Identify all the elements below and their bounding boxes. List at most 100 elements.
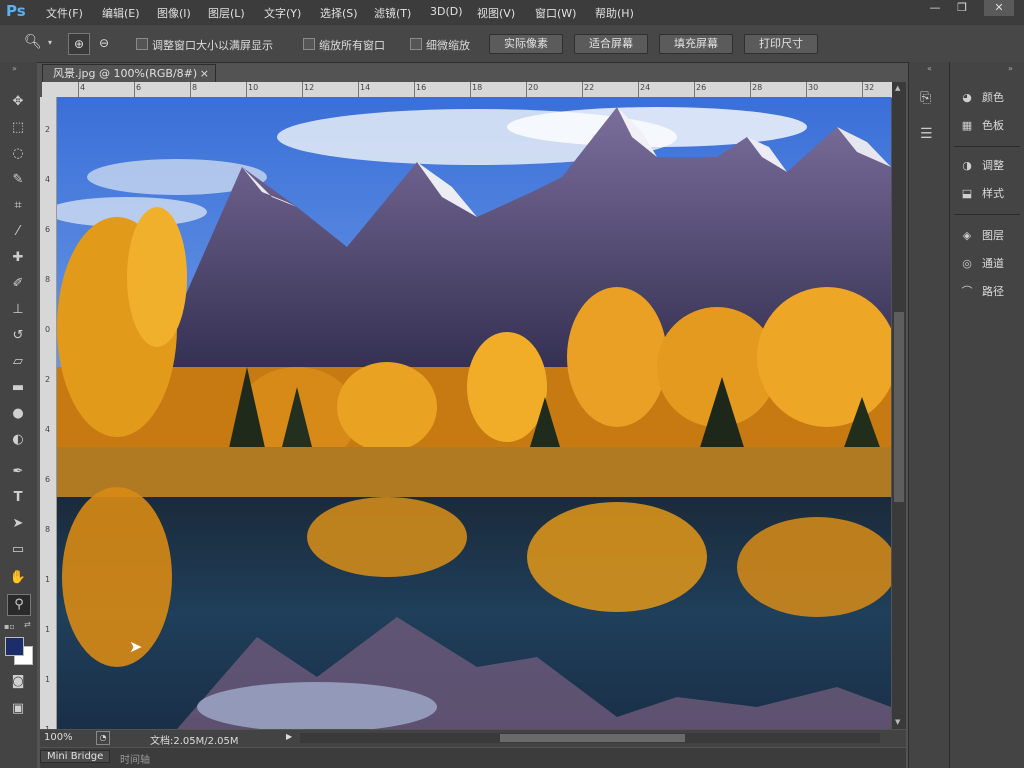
mini-bridge-tab[interactable]: Mini Bridge [40, 750, 111, 763]
ruler-tick-label: 8 [45, 275, 51, 284]
panel-color[interactable]: ◕ 颜色 [958, 88, 1004, 108]
zoom-in-icon[interactable]: ⊕ [68, 33, 90, 55]
lasso-tool-icon[interactable]: ◌ [7, 144, 29, 164]
ruler-tick-label: 28 [752, 83, 763, 92]
ruler-tick-label: 2 [45, 125, 51, 134]
collapse-icon[interactable]: » [12, 64, 17, 73]
ruler-tick-mark [134, 82, 135, 97]
restore-button[interactable]: ❐ [947, 0, 977, 16]
type-tool-icon[interactable]: T [7, 488, 29, 508]
ruler-tick-label: 6 [45, 475, 51, 484]
ruler-tick-mark [302, 82, 303, 97]
close-button[interactable]: ✕ [984, 0, 1014, 16]
default-colors-icon[interactable]: ▪▫ [4, 622, 15, 631]
move-tool-icon[interactable]: ✥ [7, 92, 29, 112]
dodge-tool-icon[interactable]: ◐ [7, 430, 29, 450]
foreground-color-swatch[interactable] [5, 637, 24, 656]
gradient-tool-icon[interactable]: ▬ [7, 378, 29, 398]
actual-pixels-button[interactable]: 实际像素 [489, 34, 563, 54]
panel-adjustments[interactable]: ◑ 调整 [958, 156, 1004, 176]
clone-stamp-icon[interactable]: ⊥ [7, 300, 29, 320]
scroll-down-icon[interactable]: ▼ [895, 718, 900, 726]
swap-colors-icon[interactable]: ⇄ [24, 620, 31, 629]
print-size-button[interactable]: 打印尺寸 [744, 34, 818, 54]
menu-type[interactable]: 文字(Y) [264, 5, 301, 21]
panel-paths[interactable]: ⌒ 路径 [958, 282, 1005, 302]
pen-tool-icon[interactable]: ✒ [7, 462, 29, 482]
ruler-tick-label: 8 [192, 83, 198, 92]
ruler-tick-label: 26 [696, 83, 707, 92]
eraser-tool-icon[interactable]: ▱ [7, 352, 29, 372]
vertical-scrollbar[interactable]: ▲ ▼ [892, 82, 906, 729]
ruler-tick-label: 10 [248, 83, 259, 92]
zoom-tool-icon[interactable]: ⚲ [7, 594, 31, 616]
ruler-tick-label: 0 [45, 325, 51, 334]
menu-help[interactable]: 帮助(H) [595, 5, 634, 21]
scroll-up-icon[interactable]: ▲ [895, 84, 900, 92]
menu-layer[interactable]: 图层(L) [208, 5, 245, 21]
panel-channels[interactable]: ◎ 通道 [958, 254, 1004, 274]
crop-tool-icon[interactable]: ⌗ [7, 196, 29, 216]
menu-3d[interactable]: 3D(D) [430, 5, 463, 18]
menu-file[interactable]: 文件(F) [46, 5, 83, 21]
scrubby-zoom-checkbox[interactable] [410, 38, 422, 50]
status-menu-icon[interactable]: ▶ [286, 732, 292, 741]
shape-tool-icon[interactable]: ▭ [7, 540, 29, 560]
marquee-tool-icon[interactable]: ⬚ [7, 118, 29, 138]
healing-brush-icon[interactable]: ✚ [7, 248, 29, 268]
fill-screen-button[interactable]: 填充屏幕 [659, 34, 733, 54]
timeline-tab[interactable]: 时间轴 [120, 751, 150, 766]
ruler-tick-mark [750, 82, 751, 97]
quick-mask-icon[interactable]: ◙ [7, 672, 29, 692]
document-tab[interactable]: 风景.jpg @ 100%(RGB/8#) × [42, 64, 216, 82]
eyedropper-tool-icon[interactable]: ⁄ [7, 222, 29, 242]
panel-styles[interactable]: ⬓ 样式 [958, 184, 1004, 204]
image-canvas[interactable]: ➤ [57, 97, 891, 729]
adjustments-icon: ◑ [962, 159, 972, 172]
channels-icon: ◎ [962, 257, 972, 270]
zoom-tool-icon[interactable]: 🔍︎ [24, 34, 42, 50]
vertical-scroll-thumb[interactable] [894, 312, 904, 502]
quick-select-tool-icon[interactable]: ✎ [7, 170, 29, 190]
history-brush-icon[interactable]: ↺ [7, 326, 29, 346]
panel-swatches[interactable]: ▦ 色板 [958, 116, 1004, 136]
hand-tool-icon[interactable]: ✋ [7, 568, 29, 588]
expand-icon[interactable]: « [927, 64, 932, 73]
horizontal-scroll-thumb[interactable] [500, 734, 685, 742]
history-panel-icon[interactable]: ⎘ [920, 90, 931, 106]
swatches-icon: ▦ [961, 119, 973, 132]
ruler-tick-mark [638, 82, 639, 97]
blur-tool-icon[interactable]: ● [7, 404, 29, 424]
menu-edit[interactable]: 编辑(E) [102, 5, 140, 21]
fit-screen-button[interactable]: 适合屏幕 [574, 34, 648, 54]
properties-panel-icon[interactable]: ☰ [920, 126, 933, 142]
photoshop-logo: Ps [6, 2, 26, 20]
brush-tool-icon[interactable]: ✐ [7, 274, 29, 294]
ruler-tick-mark [78, 82, 79, 97]
status-info-icon[interactable]: ◔ [96, 731, 110, 745]
bottom-panel-bar: Mini Bridge 时间轴 [40, 748, 906, 768]
panel-divider [954, 146, 1020, 147]
menu-image[interactable]: 图像(I) [157, 5, 191, 21]
collapse-panels-icon[interactable]: » [1008, 64, 1013, 73]
minimize-button[interactable]: — [920, 0, 950, 16]
horizontal-scrollbar[interactable] [300, 733, 880, 743]
chevron-down-icon[interactable]: ▾ [48, 38, 52, 47]
zoom-out-icon[interactable]: ⊖ [94, 33, 114, 53]
menu-select[interactable]: 选择(S) [320, 5, 358, 21]
path-select-icon[interactable]: ➤ [7, 514, 29, 534]
screen-mode-icon[interactable]: ▣ [7, 699, 29, 719]
close-tab-icon[interactable]: × [200, 65, 209, 82]
panel-divider [954, 214, 1020, 215]
ruler-top: 4 6 8 10 12 14 16 18 20 22 24 26 28 30 32 [42, 82, 892, 98]
options-bar: 🔍︎ ▾ ⊕ ⊖ 调整窗口大小以满屏显示 缩放所有窗口 细微缩放 实际像素 适合… [0, 25, 1024, 63]
panel-layers[interactable]: ◈ 图层 [958, 226, 1004, 246]
menu-window[interactable]: 窗口(W) [535, 5, 576, 21]
resize-windows-checkbox[interactable] [136, 38, 148, 50]
color-icon: ◕ [962, 91, 972, 104]
menu-filter[interactable]: 滤镜(T) [374, 5, 411, 21]
zoom-all-windows-checkbox[interactable] [303, 38, 315, 50]
menu-view[interactable]: 视图(V) [477, 5, 515, 21]
zoom-level[interactable]: 100% [44, 732, 73, 743]
ruler-tick-label: 1 [45, 625, 51, 634]
